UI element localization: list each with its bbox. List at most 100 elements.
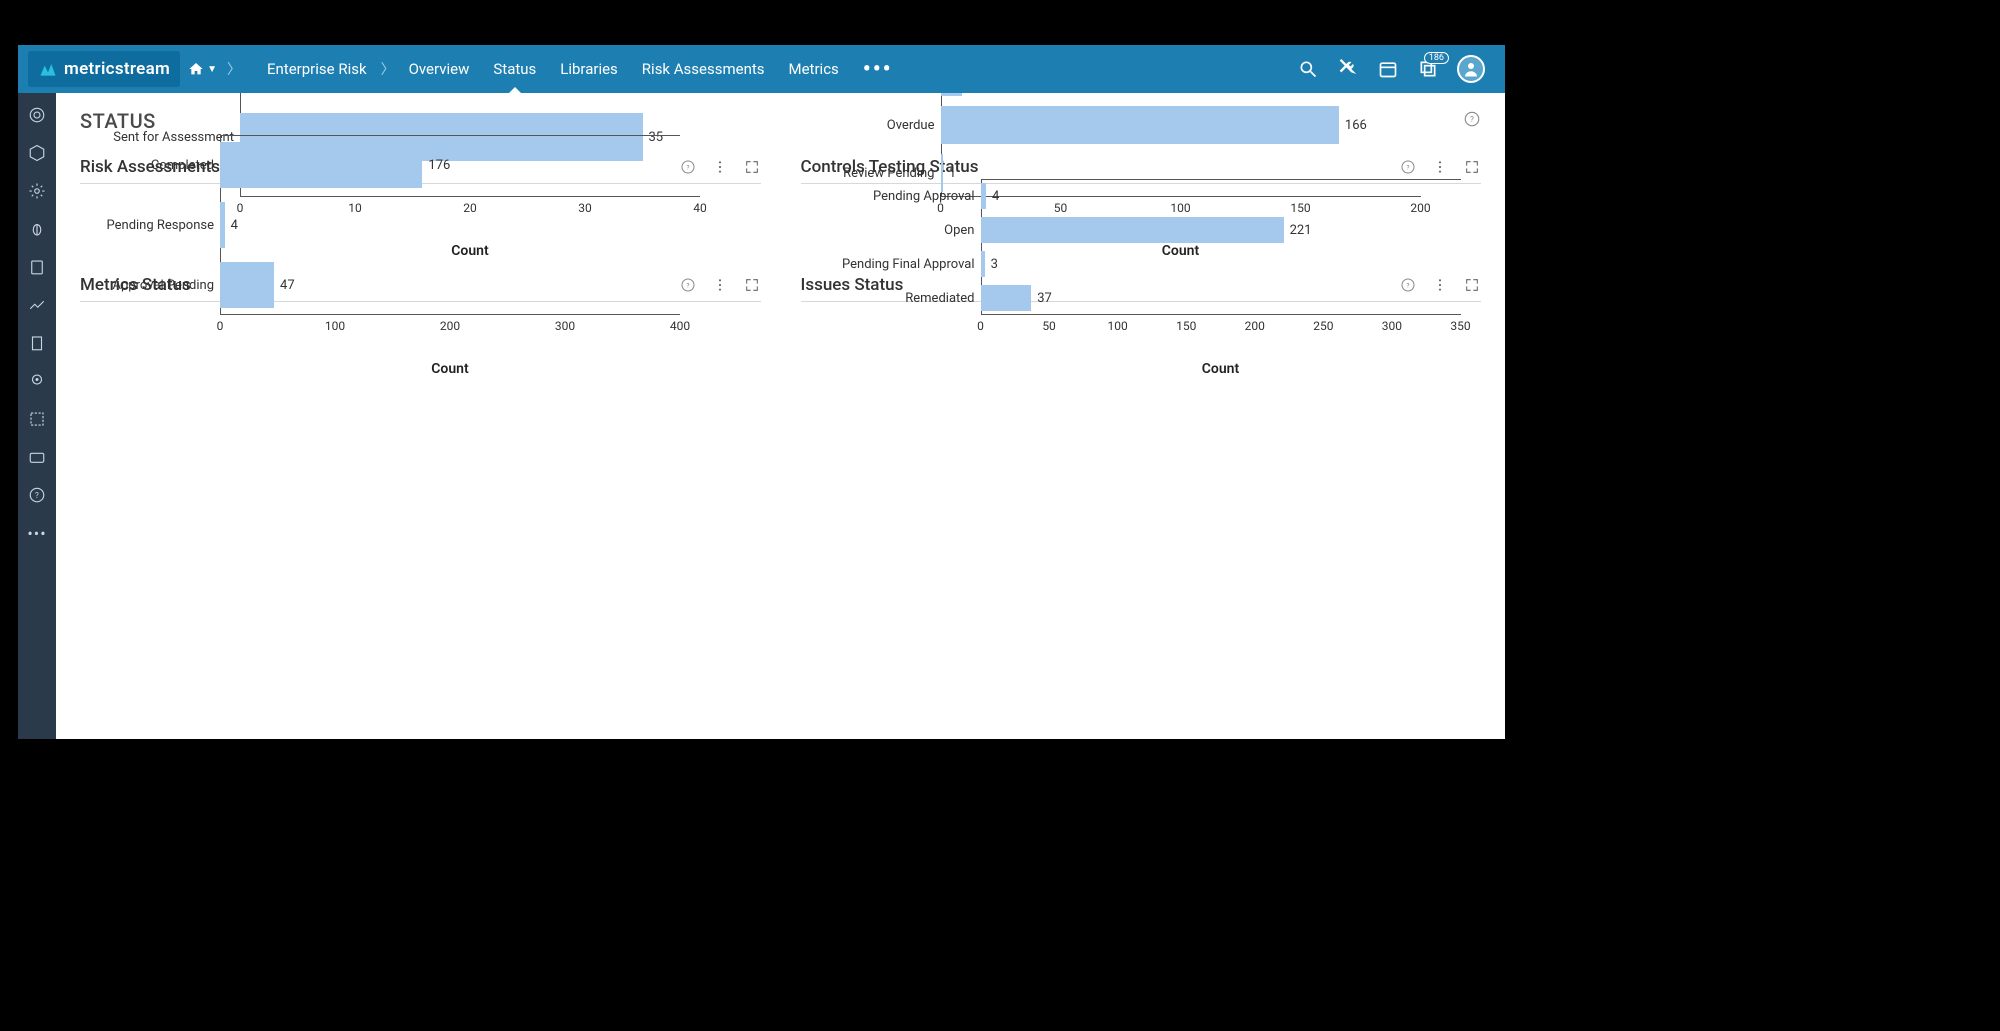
home-icon [188, 61, 204, 77]
chart-bar-row: Pending Response 4 [80, 195, 761, 255]
chart-value-label: 3 [985, 257, 998, 272]
chart-bar-row: Approval Pending 47 [80, 255, 761, 315]
top-actions: 186 [1297, 55, 1495, 83]
chart-value-label: 221 [1284, 223, 1312, 238]
chart-tick-label: 100 [325, 319, 345, 333]
breadcrumb-nav: Enterprise Risk〉OverviewStatusLibrariesR… [255, 45, 851, 93]
chart-bars: Completed 176 Pending Response 4 Approva… [80, 135, 761, 315]
breadcrumb-item[interactable]: Libraries [548, 45, 630, 93]
chart-tick-label: 400 [670, 319, 690, 333]
sidebar-item-3[interactable] [27, 181, 47, 201]
chart-tick-label: 300 [555, 319, 575, 333]
chart-xaxis: 050100150200250300350 [801, 315, 1482, 343]
sidebar-item-help[interactable]: ? [27, 485, 47, 505]
chart-bar[interactable] [981, 285, 1032, 311]
chart-category-label: Approval Pending [80, 278, 220, 293]
home-button[interactable]: ▼ [180, 61, 225, 77]
chart-bar-row: Open 221 [801, 213, 1482, 247]
chart-category-label: Pending Approval [801, 189, 981, 204]
chart-bar[interactable] [981, 217, 1284, 243]
chart-bar-row: Completed 176 [80, 135, 761, 195]
chart-tick-label: 250 [1313, 319, 1333, 333]
chart: Pending Approval 4 Open 221 Pending Fina… [801, 314, 1482, 377]
chart-tick-label: 150 [1176, 319, 1196, 333]
help-circle-icon: ? [28, 486, 46, 504]
chart-category-label: Completed [80, 158, 220, 173]
building-icon [28, 334, 46, 352]
chart-bar-track: 4 [981, 183, 1461, 209]
chart-tick-label: 300 [1382, 319, 1402, 333]
sidebar-item-more[interactable]: ••• [27, 523, 47, 543]
chart-tick-label: 100 [1108, 319, 1128, 333]
sidebar-item-7[interactable] [27, 333, 47, 353]
tools-button[interactable] [1337, 58, 1359, 80]
bug-icon [28, 220, 46, 238]
chart-value-label: 47 [274, 278, 295, 293]
chart-bar[interactable] [941, 93, 963, 96]
user-avatar[interactable] [1457, 55, 1485, 83]
top-bar: metricstream ▼ 〉 Enterprise Risk〉Overvie… [18, 45, 1505, 93]
chart-xaxis: 0100200300400 [80, 315, 761, 343]
chart-bar[interactable] [941, 106, 1339, 144]
chart-value-label: 166 [1339, 118, 1367, 133]
chart-card: Metrics Status ? Completed [80, 269, 761, 377]
chart-value-label: 4 [225, 218, 238, 233]
chart-card: Issues Status ? Pending Approval [801, 269, 1482, 377]
chart-bar-track: 221 [981, 217, 1461, 243]
chart-value-label: 37 [1031, 291, 1052, 306]
chart-xlabel: Count [981, 343, 1461, 377]
chart-body: Pending Approval 4 Open 221 Pending Fina… [801, 302, 1482, 377]
chart-tick-label: 0 [217, 319, 224, 333]
user-icon [1462, 60, 1480, 78]
chart-tick-label: 50 [1042, 319, 1056, 333]
sidebar-item-6[interactable] [27, 295, 47, 315]
chevron-right-icon: 〉 [379, 59, 397, 79]
sidebar-item-8[interactable] [27, 371, 47, 391]
svg-text:?: ? [35, 491, 39, 501]
gear-icon [28, 182, 46, 200]
sidebar-item-4[interactable] [27, 219, 47, 239]
chart-bar-track: 3 [981, 251, 1461, 277]
search-button[interactable] [1297, 58, 1319, 80]
chart-category-label: Pending Final Approval [801, 257, 981, 272]
breadcrumb-item[interactable]: Overview [397, 45, 482, 93]
brand-logo[interactable]: metricstream [28, 51, 180, 87]
breadcrumb-item[interactable]: Metrics [777, 45, 851, 93]
sidebar-item-2[interactable] [27, 143, 47, 163]
more-nav-button[interactable]: ••• [851, 57, 905, 82]
brand-logo-icon [38, 59, 58, 79]
chart-body: Completed 176 Pending Response 4 Approva… [80, 302, 761, 377]
sidebar-item-10[interactable] [27, 447, 47, 467]
chart-bar-row: In-Progress 9 [801, 93, 1482, 101]
chart-category-label: Remediated [801, 291, 981, 306]
chart-bar[interactable] [220, 142, 422, 188]
calendar-button[interactable] [1377, 58, 1399, 80]
sidebar-item-5[interactable] [27, 257, 47, 277]
dropdown-caret-icon: ▼ [207, 64, 217, 75]
notifications-button[interactable]: 186 [1417, 58, 1439, 80]
cube-icon [28, 144, 46, 162]
chart-tick-label: 0 [977, 319, 984, 333]
breadcrumb-item[interactable]: Enterprise Risk [255, 45, 379, 93]
search-icon [1298, 59, 1318, 79]
sidebar-item-1[interactable] [27, 105, 47, 125]
chart-bar-track: 37 [981, 285, 1461, 311]
calendar-icon [1378, 59, 1398, 79]
breadcrumb-item[interactable]: Risk Assessments [630, 45, 777, 93]
chevron-right-icon: 〉 [225, 59, 243, 79]
chart-category-label: Overdue [801, 118, 941, 133]
chart-bar-row: Pending Approval 4 [801, 179, 1482, 213]
sidebar-item-9[interactable] [27, 409, 47, 429]
left-sidebar: ? ••• [18, 93, 56, 739]
app-window: metricstream ▼ 〉 Enterprise Risk〉Overvie… [18, 45, 1505, 739]
chart-tick-label: 350 [1450, 319, 1470, 333]
chart-bar-track: 166 [941, 106, 1421, 144]
chart: Completed 176 Pending Response 4 Approva… [80, 314, 761, 377]
clipboard-icon [28, 258, 46, 276]
more-dots-icon: ••• [27, 524, 46, 543]
chart-bar[interactable] [220, 262, 274, 308]
breadcrumb-item[interactable]: Status [481, 45, 548, 93]
card-icon [28, 448, 46, 466]
charts-grid: Risk Assessments Status ? Ongoin [56, 143, 1505, 385]
chart-category-label: Pending Response [80, 218, 220, 233]
